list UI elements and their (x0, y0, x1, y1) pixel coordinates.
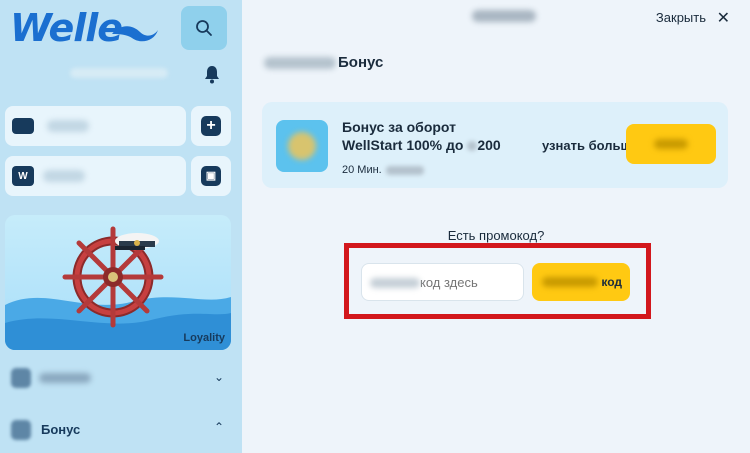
bonus-menu-icon (11, 420, 31, 440)
search-icon (196, 20, 212, 36)
bonus-title-line2-text: WellStart 100% до (342, 137, 464, 153)
username-blurred (70, 68, 168, 78)
search-button[interactable] (181, 6, 227, 50)
sidebar: Welle + W ▣ Loyality ⌄ Бонус ⌃ (0, 0, 242, 453)
chevron-up-icon: ⌃ (213, 420, 224, 434)
promo-button-label-blurred (542, 277, 598, 287)
loyalty-label: Loyality (183, 332, 225, 344)
coin-icon (288, 132, 316, 160)
welle-w-icon: W (12, 166, 34, 186)
bonus-title-line2: WellStart 100% до 200 (342, 136, 512, 154)
close-button[interactable]: Закрыть (656, 10, 706, 25)
bonus-panel: Закрыть ✕ Бонус Бонус за оборот WellStar… (242, 0, 750, 453)
bonus-amount: 200 (477, 137, 501, 153)
promo-placeholder-blurred (370, 278, 420, 288)
bonus-balance-blurred (43, 170, 85, 182)
bonus-meta-blurred (385, 165, 424, 175)
menu-item-icon (11, 368, 31, 388)
loyalty-banner[interactable]: Loyality (5, 215, 231, 350)
promo-button-label: код (601, 275, 622, 289)
bonus-activate-button[interactable] (626, 124, 716, 164)
bell-icon[interactable] (202, 64, 222, 84)
apply-promo-button[interactable]: код (532, 263, 630, 301)
deposit-button[interactable]: + (191, 106, 231, 146)
sidebar-item-bonus[interactable]: Бонус ⌃ (5, 412, 236, 448)
promo-question: Есть промокод? (447, 228, 545, 243)
balance-card[interactable] (5, 106, 186, 146)
section-title-text: Бонус (338, 54, 384, 71)
plus-icon: + (201, 116, 221, 136)
bonus-title-line1: Бонус за оборот (342, 119, 456, 135)
currency-blurred (467, 141, 478, 152)
menu-item-label-blurred (39, 373, 91, 383)
bonus-title: Бонус за оборот WellStart 100% до 200 (342, 118, 512, 154)
welle-logo[interactable]: Welle (10, 6, 160, 50)
balance-value-blurred (47, 120, 89, 132)
gift-icon: ▣ (201, 166, 221, 186)
section-title-blurred (264, 57, 336, 70)
bonus-meta-text: 20 Мин. (342, 164, 382, 176)
bonus-thumbnail (276, 120, 328, 172)
gift-button[interactable]: ▣ (191, 156, 231, 196)
learn-more-link[interactable]: узнать больше (542, 138, 639, 153)
panel-header-blurred (472, 10, 536, 22)
ship-wheel-illustration (5, 226, 231, 350)
logo-text: Welle (10, 6, 123, 50)
wallet-icon (12, 118, 34, 134)
logo-wave-icon (112, 26, 158, 42)
chevron-down-icon: ⌄ (213, 370, 224, 384)
bonus-button-label-blurred (654, 139, 688, 149)
bonus-card: Бонус за оборот WellStart 100% до 200 20… (262, 102, 728, 188)
close-icon[interactable]: ✕ (717, 8, 730, 28)
bonus-balance-card[interactable]: W (5, 156, 186, 196)
sidebar-item-collapsed[interactable]: ⌄ (5, 360, 236, 396)
sidebar-item-label: Бонус (41, 422, 81, 437)
section-title: Бонус (264, 54, 383, 71)
bonus-meta: 20 Мин. (342, 164, 424, 176)
